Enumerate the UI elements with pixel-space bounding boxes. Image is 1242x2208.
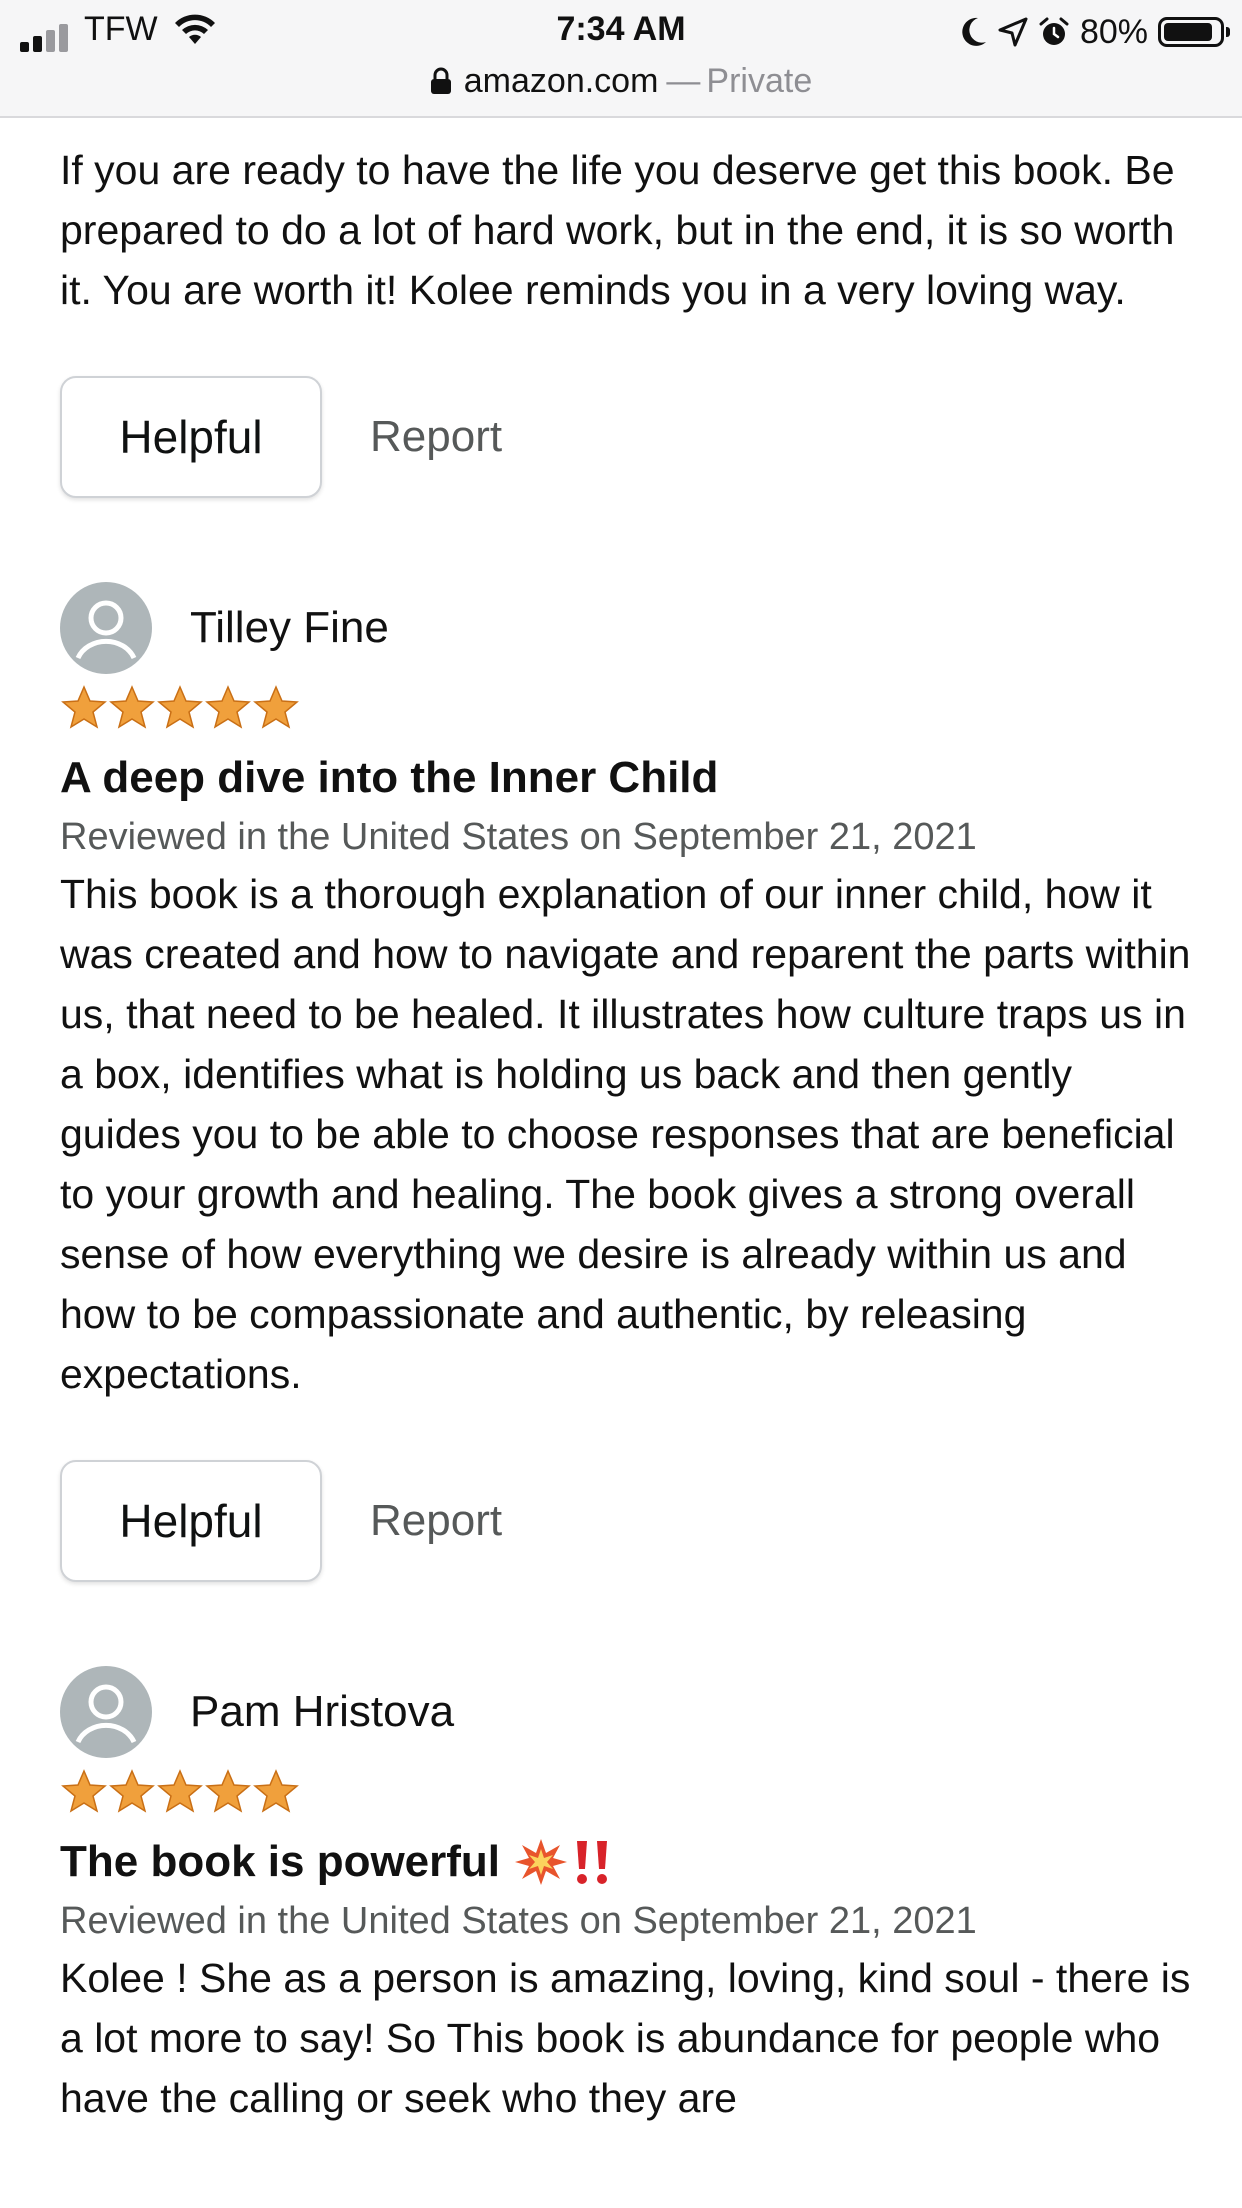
helpful-button[interactable]: Helpful [60, 1460, 322, 1582]
location-arrow-icon [998, 17, 1028, 47]
review-card: If you are ready to have the life you de… [60, 116, 1200, 500]
review-title[interactable]: A deep dive into the Inner Child [60, 748, 1200, 808]
star-icon [253, 1769, 299, 1813]
review-actions: Helpful Report [60, 374, 1200, 500]
review-date: Reviewed in the United States on Septemb… [60, 1900, 977, 1942]
url-domain: amazon.com [463, 61, 659, 100]
star-icon [253, 685, 299, 729]
helpful-button[interactable]: Helpful [60, 376, 322, 498]
status-indicators: 80% [958, 10, 1230, 54]
star-icon [157, 685, 203, 729]
double-exclamation-emoji-icon [577, 1841, 608, 1884]
reviewer-profile[interactable]: Tilley Fine [60, 578, 1200, 678]
user-silhouette-icon [75, 600, 137, 660]
battery-icon [1158, 17, 1230, 47]
review-actions: Helpful Report [60, 1458, 1200, 1584]
collision-emoji-icon [515, 1839, 568, 1885]
moon-icon [962, 17, 986, 46]
avatar [60, 582, 152, 674]
report-link[interactable]: Report [370, 412, 502, 462]
private-mode-label: Private [706, 61, 813, 100]
reviewer-profile[interactable]: Pam Hristova [60, 1662, 1200, 1762]
review-body: If you are ready to have the life you de… [60, 147, 1175, 313]
url-separator: — [666, 61, 701, 100]
review-body: Kolee ! She as a person is amazing, lovi… [60, 1955, 1191, 2121]
alarm-clock-icon [1039, 17, 1069, 45]
lock-icon [430, 67, 451, 94]
status-bar: TFW 7:34 AM 80% [0, 6, 1242, 56]
review-date: Reviewed in the United States on Septemb… [60, 816, 977, 858]
battery-percent: 80% [1079, 12, 1148, 51]
title-emoji-group [514, 1837, 612, 1887]
star-rating [60, 680, 1200, 736]
star-icon [109, 685, 155, 729]
star-icon [205, 685, 251, 729]
review-title: The book is powerful [60, 1837, 501, 1886]
star-icon [61, 1769, 107, 1813]
browser-chrome: TFW 7:34 AM 80% amazon.com — Private [0, 0, 1242, 118]
review-card: Tilley Fine A deep dive into the Inner C… [60, 578, 1200, 1584]
reviews-list: If you are ready to have the life you de… [60, 116, 1200, 2128]
review-body: This book is a thorough explanation of o… [60, 871, 1191, 1397]
avatar [60, 1666, 152, 1758]
star-rating [60, 1764, 1200, 1820]
star-icon [109, 1769, 155, 1813]
star-icon [205, 1769, 251, 1813]
star-icon [157, 1769, 203, 1813]
user-silhouette-icon [75, 1684, 137, 1744]
reviewer-name: Pam Hristova [190, 1687, 455, 1736]
report-link[interactable]: Report [370, 1496, 502, 1546]
review-card: Pam Hristova The book is powerful Review… [60, 1662, 1200, 2128]
star-icon [61, 685, 107, 729]
address-bar[interactable]: amazon.com — Private [0, 58, 1242, 104]
review-title-row[interactable]: The book is powerful [60, 1832, 1200, 1892]
reviewer-name: Tilley Fine [190, 603, 389, 652]
